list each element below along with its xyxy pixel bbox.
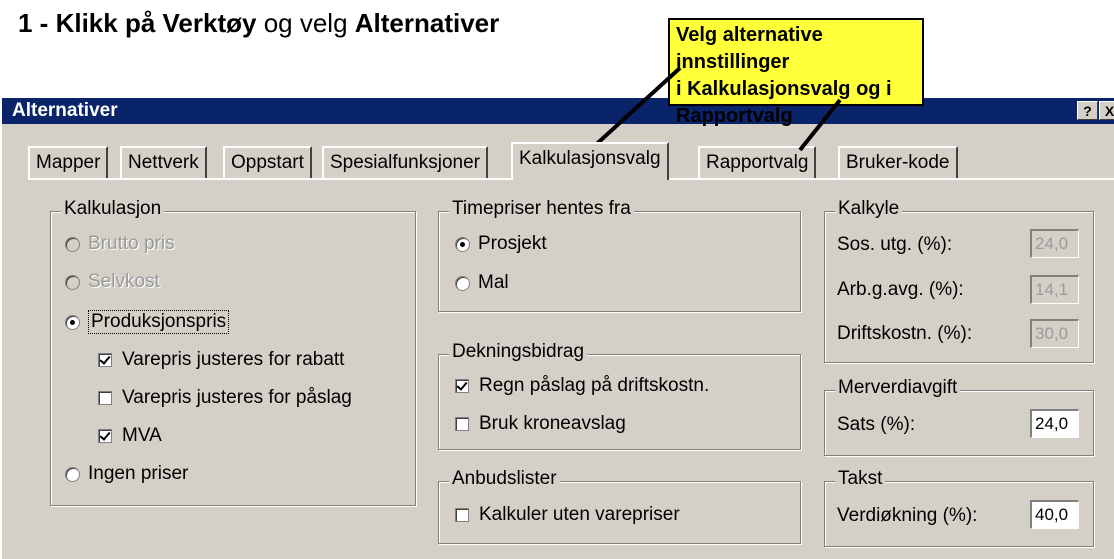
anbudslister-group: Anbudslister Kalkuler uten varepriser <box>438 468 801 544</box>
radio-circle <box>455 275 470 291</box>
dekningsbidrag-group: Dekningsbidrag Regn påslag på driftskost… <box>438 341 801 450</box>
arb-g-avg-field: 14,1 <box>1030 275 1079 304</box>
sos-utg-field: 24,0 <box>1030 229 1079 258</box>
tab-kalkulasjonsvalg[interactable]: Kalkulasjonsvalg <box>511 142 669 180</box>
kalkulasjon-group: Kalkulasjon Brutto pris Selvkost Produks… <box>50 198 416 506</box>
checkbox-box <box>98 353 112 367</box>
radio-ingen-priser[interactable]: Ingen priser <box>65 463 188 485</box>
takst-title: Takst <box>835 468 886 490</box>
callout-line-3: Rapportvalg <box>676 105 793 127</box>
driftskostn-label: Driftskostn. (%): <box>837 323 973 344</box>
checkbox-box <box>455 417 469 431</box>
heading-bold-verktoy: Klikk på Verktøy <box>55 8 257 38</box>
instruction-heading: 1 - Klikk på Verktøy og velg Alternative… <box>18 8 499 39</box>
verdiokning-label: Verdiøkning (%): <box>837 505 978 526</box>
checkbox-label: Bruk kroneavslag <box>479 413 626 434</box>
radio-selvkost[interactable]: Selvkost <box>65 271 160 293</box>
radio-label: Prosjekt <box>478 233 547 254</box>
heading-bold-alternativer: Alternativer <box>354 8 500 38</box>
checkbox-label: Varepris justeres for påslag <box>122 387 352 408</box>
check-bruk-kroneavslag[interactable]: Bruk kroneavslag <box>455 413 626 435</box>
radio-circle <box>65 314 80 330</box>
radio-circle <box>65 274 80 290</box>
arb-g-avg-label: Arb.g.avg. (%): <box>837 279 964 300</box>
kalkulasjon-title: Kalkulasjon <box>61 198 165 220</box>
tab-mapper[interactable]: Mapper <box>28 146 109 178</box>
radio-label: Brutto pris <box>88 233 175 254</box>
merverdiavgift-title: Merverdiavgift <box>835 377 961 399</box>
kalkyle-title: Kalkyle <box>835 198 903 220</box>
checkbox-label: Regn påslag på driftskostn. <box>479 375 710 396</box>
help-button[interactable]: ? <box>1077 101 1098 120</box>
heading-prefix: 1 - <box>18 8 56 38</box>
sats-field[interactable]: 24,0 <box>1030 409 1079 438</box>
kalkyle-group: Kalkyle Sos. utg. (%): 24,0 Arb.g.avg. (… <box>824 198 1094 363</box>
dialog-title: Alternativer <box>12 100 118 121</box>
close-button[interactable]: X <box>1099 101 1114 120</box>
radio-circle <box>65 466 80 482</box>
tab-nettverk[interactable]: Nettverk <box>120 146 207 178</box>
callout-box: Velg alternative innstillinger i Kalkula… <box>668 18 924 127</box>
verdiokning-field[interactable]: 40,0 <box>1030 500 1079 529</box>
checkbox-label: MVA <box>122 425 162 446</box>
radio-prosjekt[interactable]: Prosjekt <box>455 233 547 255</box>
dekningsbidrag-title: Dekningsbidrag <box>449 341 588 363</box>
sos-utg-label: Sos. utg. (%): <box>837 234 953 255</box>
checkbox-label: Varepris justeres for rabatt <box>122 349 345 370</box>
options-dialog: Alternativer ? X Mapper Nettverk Oppstar… <box>0 98 1114 559</box>
radio-label: Selvkost <box>88 271 160 292</box>
checkbox-box <box>98 429 112 443</box>
callout-line-1: Velg alternative innstillinger <box>676 24 823 73</box>
check-mva[interactable]: MVA <box>98 425 162 447</box>
tab-spesialfunksjoner[interactable]: Spesialfunksjoner <box>322 146 488 178</box>
radio-label: Produksjonspris <box>88 310 230 334</box>
check-varepris-rabatt[interactable]: Varepris justeres for rabatt <box>98 349 344 371</box>
radio-circle <box>455 236 470 252</box>
check-kalkuler-uten-varepriser[interactable]: Kalkuler uten varepriser <box>455 504 680 526</box>
radio-label: Ingen priser <box>88 463 189 484</box>
anbudslister-title: Anbudslister <box>449 468 560 490</box>
radio-mal[interactable]: Mal <box>455 272 509 294</box>
checkbox-box <box>455 508 469 522</box>
merverdiavgift-group: Merverdiavgift Sats (%): 24,0 <box>824 377 1094 456</box>
tab-rapportvalg[interactable]: Rapportvalg <box>698 146 817 178</box>
radio-brutto-pris[interactable]: Brutto pris <box>65 233 175 255</box>
driftskostn-field: 30,0 <box>1030 319 1079 348</box>
heading-mid: og velg <box>256 8 355 38</box>
dialog-titlebar: Alternativer <box>2 98 1114 124</box>
radio-circle <box>65 236 80 252</box>
radio-label: Mal <box>478 272 509 293</box>
tab-oppstart[interactable]: Oppstart <box>223 146 312 178</box>
radio-produksjonspris[interactable]: Produksjonspris <box>65 310 230 334</box>
checkbox-box <box>98 391 112 405</box>
checkbox-label: Kalkuler uten varepriser <box>479 504 680 525</box>
checkbox-box <box>455 379 469 393</box>
callout-line-2: i Kalkulasjonsvalg og i <box>676 78 892 100</box>
check-varepris-paslag[interactable]: Varepris justeres for påslag <box>98 387 352 409</box>
timepriser-group: Timepriser hentes fra Prosjekt Mal <box>438 198 801 312</box>
timepriser-title: Timepriser hentes fra <box>449 198 634 220</box>
check-regn-paslag[interactable]: Regn påslag på driftskostn. <box>455 375 709 397</box>
sats-label: Sats (%): <box>837 414 916 435</box>
takst-group: Takst Verdiøkning (%): 40,0 <box>824 468 1094 547</box>
tab-bruker-kode[interactable]: Bruker-kode <box>838 146 958 178</box>
